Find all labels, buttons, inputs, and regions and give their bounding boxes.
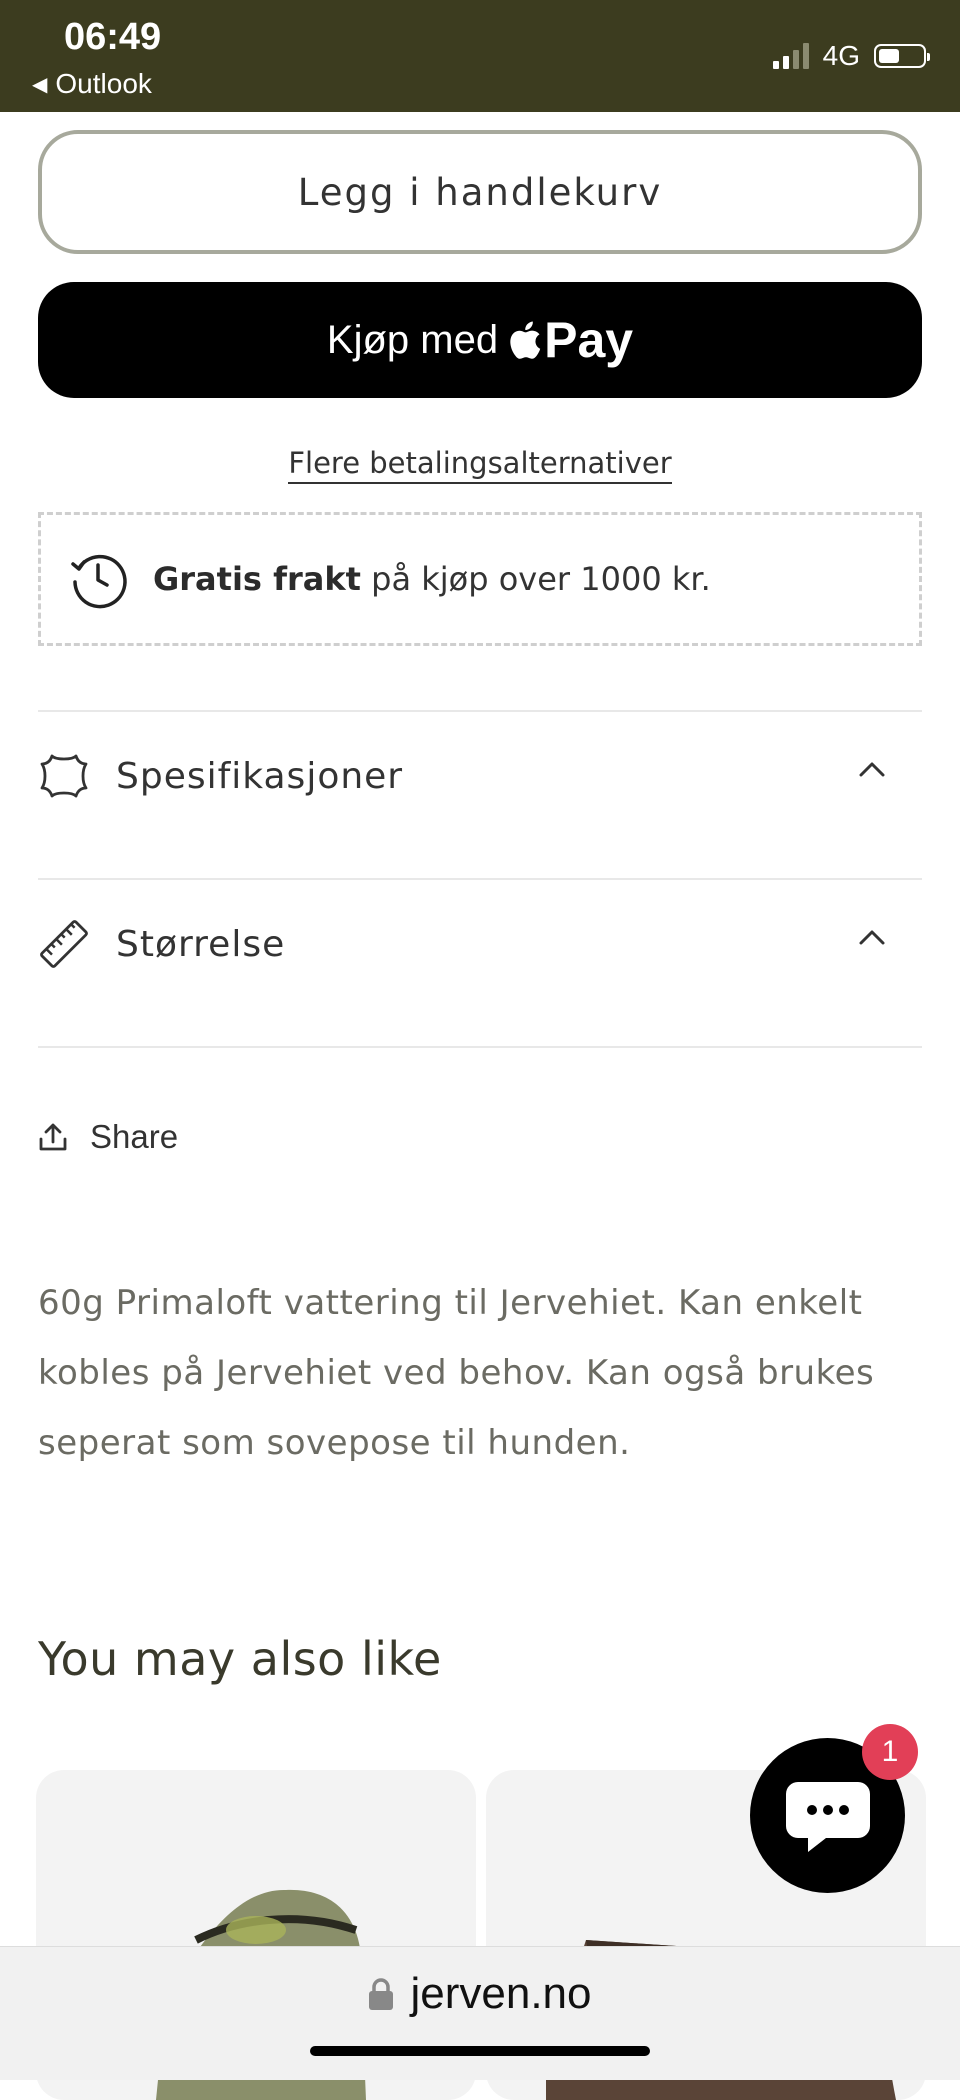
ruler-icon (38, 918, 90, 970)
url-text: jerven.no (410, 1969, 592, 2018)
chat-notification-badge: 1 (862, 1724, 918, 1780)
leather-icon (38, 750, 90, 802)
network-label: 4G (822, 40, 860, 71)
apple-icon (510, 321, 541, 359)
status-indicators: 4G (772, 40, 930, 72)
divider (38, 1046, 922, 1048)
status-time: 06:49 (64, 16, 162, 58)
shipping-text: Gratis frakt på kjøp over 1000 kr. (153, 560, 711, 598)
accordion-size[interactable]: Størrelse (38, 894, 922, 994)
apple-pay-brand: Pay (544, 312, 634, 368)
divider (38, 710, 922, 712)
browser-address-bar[interactable]: jerven.no (0, 1946, 960, 2080)
status-bar: 06:49 ◀ Outlook 4G (0, 0, 960, 112)
apple-pay-prefix: Kjøp med (326, 317, 499, 362)
shipping-bold: Gratis frakt (153, 560, 361, 598)
lock-icon (369, 1978, 394, 2010)
more-payment-options-row: Flere betalingsalternativer (0, 446, 960, 484)
clock-icon (71, 554, 127, 609)
battery-icon (874, 44, 930, 68)
recommendations-heading: You may also like (38, 1632, 442, 1686)
share-button[interactable]: Share (38, 1118, 178, 1156)
more-payment-options-link[interactable]: Flere betalingsalternativer (288, 446, 672, 484)
accordion-label: Størrelse (116, 923, 286, 965)
chevron-up-icon (859, 930, 885, 945)
chevron-up-icon (859, 762, 885, 777)
shipping-rest: på kjøp over 1000 kr. (371, 560, 711, 598)
shipping-notice: Gratis frakt på kjøp over 1000 kr. (38, 512, 922, 646)
signal-icon (772, 43, 809, 69)
product-description: 60g Primaloft vattering til Jervehiet. K… (38, 1283, 875, 1463)
back-app-label: Outlook (55, 68, 152, 99)
address-row: jerven.no (0, 1969, 960, 2019)
apple-pay-button[interactable]: Kjøp med Pay (38, 282, 922, 398)
share-label: Share (90, 1118, 179, 1155)
accordion-specifications[interactable]: Spesifikasjoner (38, 726, 922, 826)
divider (38, 878, 922, 880)
add-to-cart-button[interactable]: Legg i handlekurv (38, 130, 922, 254)
back-triangle-icon: ◀ (32, 73, 48, 96)
chat-bubble-icon (785, 1781, 870, 1852)
share-icon (39, 1123, 67, 1151)
home-indicator[interactable] (310, 2046, 650, 2056)
apple-pay-logo: Pay (508, 311, 633, 369)
accordion-label: Spesifikasjoner (116, 755, 404, 797)
back-to-app-link[interactable]: ◀ Outlook (32, 68, 152, 100)
